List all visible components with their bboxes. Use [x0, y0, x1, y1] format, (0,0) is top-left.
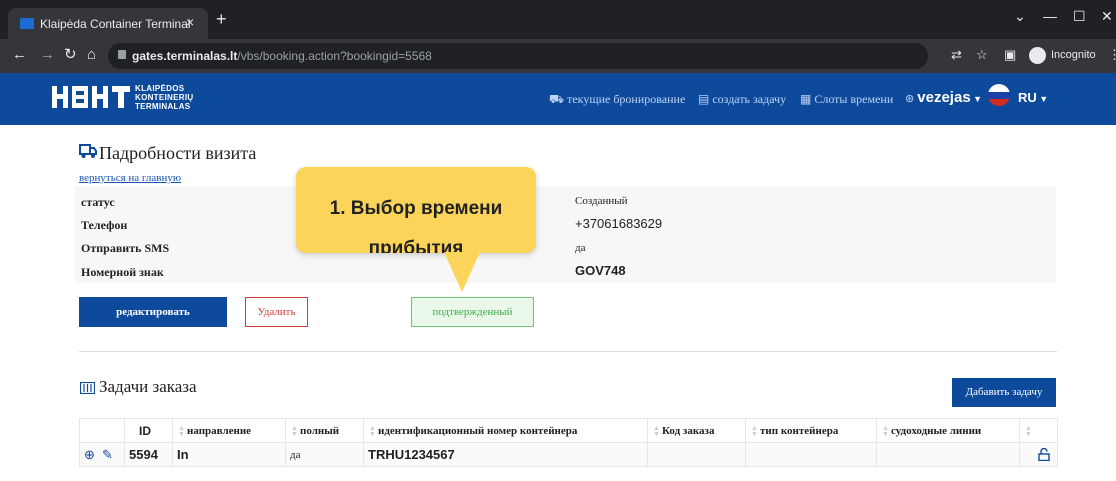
- sort-icon: ▲ ▼: [369, 424, 376, 438]
- incognito-icon[interactable]: [1029, 47, 1046, 64]
- status-value: Созданный: [575, 195, 628, 207]
- new-tab-button[interactable]: +: [216, 10, 227, 28]
- column-header-container-type[interactable]: ▲ ▼ тип контейнера: [745, 418, 877, 443]
- tab-search-icon[interactable]: ⌄: [1014, 9, 1026, 23]
- divider: [79, 351, 1057, 352]
- task-order-code-cell: [647, 442, 746, 467]
- plate-label: Номерной знак: [81, 265, 164, 279]
- zoom-in-icon[interactable]: ⊕: [84, 447, 95, 462]
- sort-icon: ▲ ▼: [291, 424, 298, 438]
- browser-tab[interactable]: Klaipėda Container Terminal ×: [8, 8, 208, 39]
- sort-icon: ▲ ▼: [1025, 424, 1032, 438]
- nav-time-slots[interactable]: ▦ Слоты времени: [800, 92, 893, 107]
- callout-annotation: 1. Выбор времени прибытия: [296, 167, 536, 253]
- phone-value: +37061683629: [575, 216, 663, 231]
- row-actions-cell: ⊕ ✎: [79, 442, 125, 467]
- task-container-cell: TRHU1234567: [363, 442, 648, 467]
- sort-icon: ▲ ▼: [751, 424, 758, 438]
- lock-icon: [118, 50, 126, 59]
- sort-icon: ▲ ▼: [653, 424, 660, 438]
- tasks-table: ID ▲ ▼ направление ▲ ▼ полный ▲ ▼ идентификаци…: [79, 418, 1058, 467]
- url-text: gates.terminalas.lt/vbs/booking.action?b…: [132, 49, 432, 63]
- pencil-icon[interactable]: ✎: [102, 447, 113, 462]
- add-task-button[interactable]: Дабавить задачу: [952, 378, 1056, 407]
- task-full-cell: да: [285, 442, 364, 467]
- send-sms-label: Отправить SMS: [81, 241, 170, 255]
- column-header-shipping-lines[interactable]: ▲ ▼ судоходные линии: [876, 418, 1020, 443]
- nav-create-task[interactable]: ▤ создать задачу: [698, 92, 786, 107]
- chevron-down-icon: ▼: [970, 94, 983, 104]
- site-favicon-icon: [20, 18, 34, 29]
- container-icon: ▤: [698, 92, 713, 106]
- terminal-logo-icon[interactable]: [52, 86, 130, 108]
- russia-flag-icon[interactable]: [988, 84, 1010, 106]
- callout-text: 1. Выбор времени прибытия: [329, 198, 503, 253]
- tab-title: Klaipėda Container Terminal: [40, 17, 191, 31]
- actions-column-header: [79, 418, 125, 443]
- truck-icon: [79, 144, 97, 158]
- forward-icon[interactable]: →: [40, 47, 55, 63]
- reload-icon[interactable]: ↻: [64, 47, 77, 63]
- menu-icon[interactable]: ⋮: [1108, 48, 1116, 62]
- user-icon: ⊛: [905, 93, 918, 105]
- phone-label: Телефон: [81, 218, 128, 232]
- send-sms-value: да: [575, 242, 586, 254]
- minimize-icon[interactable]: —: [1043, 9, 1057, 23]
- column-header-direction[interactable]: ▲ ▼ направление: [172, 418, 286, 443]
- column-header-container-id[interactable]: ▲ ▼ идентификационный номер контейнера: [363, 418, 648, 443]
- container-icon: [80, 382, 95, 394]
- maximize-icon[interactable]: ☐: [1073, 9, 1086, 23]
- task-id-cell: 5594: [124, 442, 173, 467]
- task-shipping-line-cell: [876, 442, 1020, 467]
- user-menu[interactable]: ⊛ vezejas ▼: [905, 89, 982, 106]
- page-title: Падробности визита: [99, 143, 257, 163]
- tab-close-icon[interactable]: ×: [186, 14, 194, 30]
- edit-button[interactable]: редактировать: [79, 297, 227, 327]
- table-header-row: ID ▲ ▼ направление ▲ ▼ полный ▲ ▼ идентификаци…: [79, 418, 1058, 443]
- tasks-title: Задачи заказа: [99, 377, 197, 396]
- star-icon[interactable]: ☆: [976, 48, 988, 62]
- sort-icon: ▲ ▼: [882, 424, 889, 438]
- column-header-id[interactable]: ID: [124, 418, 173, 443]
- column-header-full[interactable]: ▲ ▼ полный: [285, 418, 364, 443]
- browser-tab-bar: Klaipėda Container Terminal × + ⌄ — ☐ ✕: [0, 0, 1116, 39]
- home-icon[interactable]: ⌂: [87, 47, 96, 63]
- language-selector[interactable]: RU ▼: [1018, 90, 1048, 105]
- task-container-type-cell: [745, 442, 877, 467]
- nav-current-bookings[interactable]: ⛟ текущие бронирование: [549, 92, 685, 108]
- table-row: ⊕ ✎ 5594 In да TRHU1234567: [79, 442, 1058, 467]
- browser-toolbar: ← → ↻ ⌂ gates.terminalas.lt/vbs/booking.…: [0, 39, 1116, 73]
- sidepanel-icon[interactable]: ▣: [1004, 48, 1016, 62]
- extra-column-header: ▲ ▼: [1019, 418, 1058, 443]
- back-to-home-link[interactable]: вернуться на главную: [79, 172, 181, 184]
- incognito-label: Incognito: [1051, 49, 1096, 61]
- logo-text: KLAIPĖDOS KONTEINERIŲ TERMINALAS: [135, 84, 194, 111]
- task-direction-cell: In: [172, 442, 286, 467]
- column-header-order-code[interactable]: ▲ ▼ Код заказа: [647, 418, 746, 443]
- back-icon[interactable]: ←: [12, 47, 27, 63]
- truck-icon: ⛟: [549, 92, 568, 106]
- plate-value: GOV748: [575, 263, 626, 278]
- unlock-cell: [1019, 442, 1058, 467]
- unlock-icon[interactable]: [1038, 448, 1050, 461]
- close-window-icon[interactable]: ✕: [1101, 9, 1113, 23]
- address-bar[interactable]: gates.terminalas.lt/vbs/booking.action?b…: [108, 43, 928, 69]
- chevron-down-icon: ▼: [1036, 94, 1049, 104]
- delete-button[interactable]: Удалить: [245, 297, 308, 327]
- visit-details-panel: [75, 186, 1056, 283]
- status-label: статус: [81, 195, 115, 209]
- sort-icon: ▲ ▼: [178, 424, 185, 438]
- translate-icon[interactable]: ⇄: [951, 48, 962, 62]
- callout-pointer: [444, 252, 480, 292]
- calendar-icon: ▦: [800, 92, 815, 106]
- confirmed-button[interactable]: подтвержденный: [411, 297, 534, 327]
